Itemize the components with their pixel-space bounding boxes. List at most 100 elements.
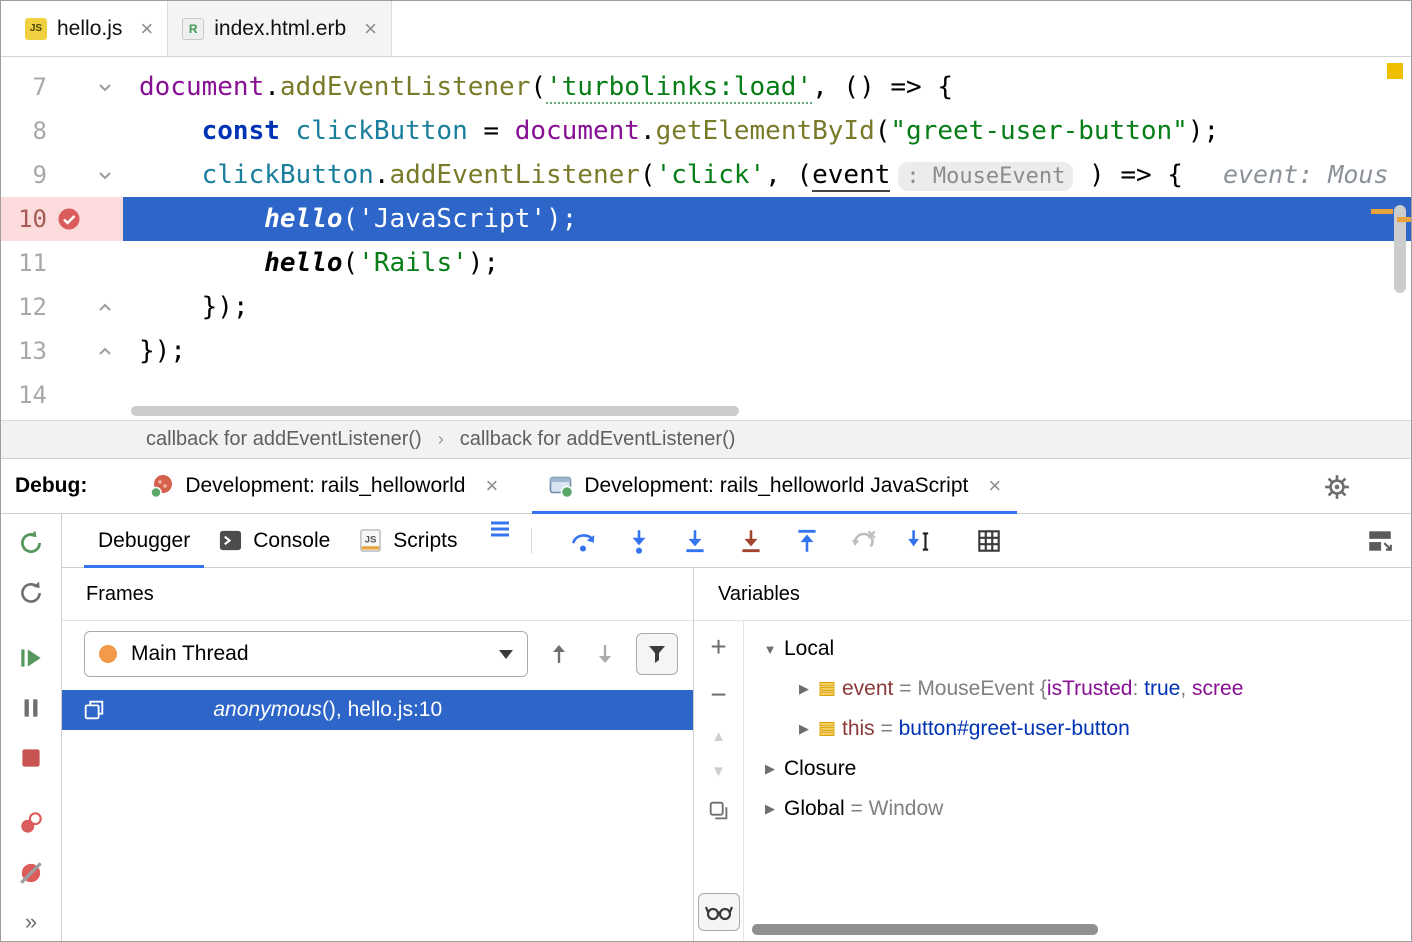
view-breakpoints-icon xyxy=(17,809,45,837)
variable-row[interactable]: ▶this = button#greet-user-button xyxy=(744,709,1411,749)
breadcrumb-item[interactable]: callback for addEventListener() xyxy=(146,428,422,451)
add-watch-button[interactable]: + xyxy=(710,633,726,661)
step-into-button[interactable] xyxy=(624,526,654,556)
variable-value-icon xyxy=(818,680,842,698)
fold-up-icon[interactable] xyxy=(91,342,119,360)
close-icon[interactable]: × xyxy=(140,16,153,42)
pause-button[interactable] xyxy=(16,693,46,722)
move-down-button[interactable]: ▼ xyxy=(711,764,726,779)
expand-arrow-icon[interactable]: ▶ xyxy=(790,721,818,737)
code-line-12[interactable]: 12 }); xyxy=(1,285,1411,329)
editor-lines: 7document.addEventListener('turbolinks:l… xyxy=(1,57,1411,417)
smart-step-into-icon xyxy=(737,527,765,555)
code-line-13[interactable]: 13}); xyxy=(1,329,1411,373)
fold-down-icon[interactable] xyxy=(91,78,119,96)
erb-file-icon: R xyxy=(182,18,204,40)
watches-toolbar: + − ▲ ▼ xyxy=(694,621,744,941)
run-config-tab-rails[interactable]: Development: rails_helloworld × xyxy=(133,459,514,513)
tab-scripts[interactable]: JS Scripts xyxy=(344,514,471,567)
fold-down-icon[interactable] xyxy=(91,166,119,184)
variable-row[interactable]: ▼Local xyxy=(744,629,1411,669)
js-debug-config-icon xyxy=(548,473,574,499)
debug-label: Debug: xyxy=(15,474,87,498)
code-line-8[interactable]: 8 const clickButton = document.getElemen… xyxy=(1,109,1411,153)
remove-watch-button[interactable]: − xyxy=(710,681,726,709)
variables-tree[interactable]: ▼Local▶event = MouseEvent {isTrusted: tr… xyxy=(744,621,1411,941)
fold-up-icon[interactable] xyxy=(91,298,119,316)
thread-selector[interactable]: Main Thread xyxy=(84,631,528,677)
variable-row[interactable]: ▶event = MouseEvent {isTrusted: true, sc… xyxy=(744,669,1411,709)
thread-selector-value: Main Thread xyxy=(131,642,249,666)
step-out-button[interactable] xyxy=(792,526,822,556)
breakpoint-icon[interactable] xyxy=(47,206,91,232)
expand-arrow-icon[interactable]: ▶ xyxy=(756,761,784,777)
show-watches-toggle[interactable] xyxy=(698,893,740,931)
resume-icon xyxy=(17,644,45,672)
tab-console[interactable]: Console xyxy=(204,514,344,567)
step-into-icon xyxy=(625,527,653,555)
expand-arrow-icon[interactable]: ▶ xyxy=(790,681,818,697)
more-actions-button[interactable]: » xyxy=(25,909,37,935)
code-line-7[interactable]: 7document.addEventListener('turbolinks:l… xyxy=(1,65,1411,109)
run-config-label: Development: rails_helloworld JavaScript xyxy=(584,474,968,498)
ide-window: JS hello.js × R index.html.erb × 7docume… xyxy=(0,0,1412,942)
smart-step-into-button[interactable] xyxy=(736,526,766,556)
pause-icon xyxy=(17,694,45,722)
stop-button[interactable] xyxy=(16,744,46,773)
duplicate-watch-button[interactable] xyxy=(707,799,731,828)
variables-horizontal-scrollbar[interactable] xyxy=(752,924,1098,935)
tab-hello-js[interactable]: JS hello.js × xyxy=(11,1,168,56)
toolbar-separator xyxy=(531,528,532,554)
svg-text:JS: JS xyxy=(365,534,377,545)
execution-line-mark xyxy=(1397,217,1411,222)
drop-frame-button[interactable] xyxy=(848,526,878,556)
refresh-button[interactable] xyxy=(16,578,46,607)
rerun-debug-button[interactable] xyxy=(16,528,46,557)
tab-label: Debugger xyxy=(98,529,190,553)
stack-frame-row[interactable]: anonymous(), hello.js:10 xyxy=(62,690,693,730)
code-editor[interactable]: 7document.addEventListener('turbolinks:l… xyxy=(1,57,1411,420)
view-breakpoints-button[interactable] xyxy=(16,808,46,837)
force-step-into-icon xyxy=(681,527,709,555)
collapse-arrow-icon[interactable]: ▼ xyxy=(756,642,784,657)
variable-row[interactable]: ▶Global = Window xyxy=(744,789,1411,829)
evaluate-button[interactable] xyxy=(974,526,1004,556)
close-icon[interactable]: × xyxy=(988,473,1001,499)
force-step-into-button[interactable] xyxy=(680,526,710,556)
layout-settings-button[interactable] xyxy=(1365,526,1395,556)
code-line-10[interactable]: 10 hello('JavaScript'); xyxy=(1,197,1411,241)
debug-toolwindow-header: Debug: Development: rails_helloworld × D… xyxy=(1,458,1411,514)
resume-button[interactable] xyxy=(16,643,46,672)
warning-stripe-mark[interactable] xyxy=(1387,63,1403,79)
code-line-11[interactable]: 11 hello('Rails'); xyxy=(1,241,1411,285)
hide-frames-filter-button[interactable] xyxy=(636,633,678,675)
line-number: 8 xyxy=(1,109,47,153)
run-config-tab-javascript[interactable]: Development: rails_helloworld JavaScript… xyxy=(532,459,1017,513)
js-scripts-icon: JS xyxy=(358,528,383,553)
expand-arrow-icon[interactable]: ▶ xyxy=(756,801,784,817)
move-up-button[interactable]: ▲ xyxy=(711,729,726,744)
tab-debugger[interactable]: Debugger xyxy=(84,514,204,567)
horizontal-scrollbar[interactable] xyxy=(131,406,739,416)
refresh-icon xyxy=(17,579,45,607)
close-icon[interactable]: × xyxy=(485,473,498,499)
settings-button[interactable] xyxy=(1321,471,1353,503)
console-icon xyxy=(218,528,243,553)
mute-breakpoints-button[interactable] xyxy=(16,859,46,888)
drop-frame-icon xyxy=(849,527,877,555)
tab-index-html-erb[interactable]: R index.html.erb × xyxy=(168,1,392,56)
step-over-button[interactable] xyxy=(568,526,598,556)
chevron-down-icon xyxy=(499,650,513,659)
code-line-9[interactable]: 9 clickButton.addEventListener('click', … xyxy=(1,153,1411,197)
step-over-icon xyxy=(569,527,597,555)
line-number: 11 xyxy=(1,241,47,285)
evaluate-grid-icon xyxy=(975,527,1003,555)
previous-frame-button[interactable] xyxy=(544,639,574,669)
run-to-cursor-button[interactable] xyxy=(904,526,934,556)
breadcrumb-item[interactable]: callback for addEventListener() xyxy=(460,428,736,451)
variable-row[interactable]: ▶Closure xyxy=(744,749,1411,789)
glasses-icon xyxy=(705,902,733,922)
close-icon[interactable]: × xyxy=(364,16,377,42)
next-frame-button[interactable] xyxy=(590,639,620,669)
layout-menu-button[interactable] xyxy=(485,514,515,544)
